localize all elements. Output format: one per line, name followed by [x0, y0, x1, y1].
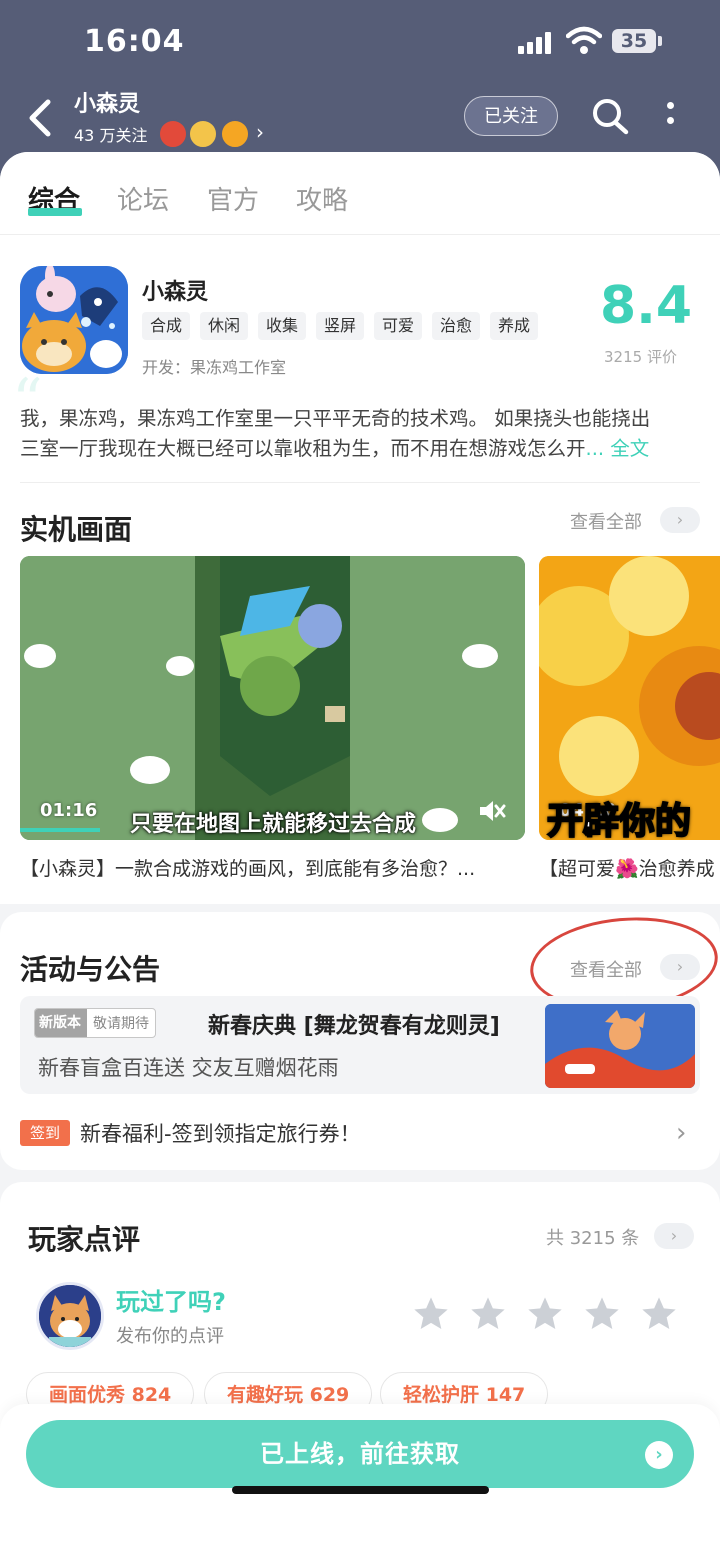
star-icon[interactable] [467, 1294, 509, 1334]
tag[interactable]: 养成 [490, 312, 539, 340]
follower-avatar[interactable] [188, 119, 218, 149]
star-icon[interactable] [410, 1294, 452, 1334]
chevron-right-icon[interactable]: › [676, 1118, 686, 1148]
follower-avatar[interactable] [158, 119, 188, 149]
search-icon[interactable] [590, 96, 630, 136]
app-description[interactable]: 我，果冻鸡，果冻鸡工作室里一只平平无奇的技术鸡。 如果挠头也能挠出 三室一厅我现… [20, 404, 696, 464]
follower-count[interactable]: 43 万关注 [74, 122, 147, 146]
star-icon[interactable] [638, 1294, 680, 1334]
rating-count: 3215 评价 [604, 348, 677, 366]
battery-tip [658, 36, 662, 46]
badge-primary: 新版本 [35, 1009, 87, 1037]
tab-bar: 综合 论坛 官方 攻略 [0, 180, 720, 236]
description-line: 三室一厅我现在大概已经可以靠收租为生，而不用在想游戏怎么开... 全文 [20, 434, 696, 464]
video-subtitle: 只要在地图上就能移过去合成 [130, 812, 417, 837]
review-count[interactable]: 共 3215 条 [546, 1224, 639, 1250]
checkin-badge: 签到 [20, 1120, 70, 1146]
tag[interactable]: 休闲 [200, 312, 249, 340]
divider [20, 482, 700, 483]
developer[interactable]: 开发：果冻鸡工作室 [142, 354, 286, 378]
post-review-prompt[interactable]: 发布你的点评 [116, 1322, 224, 1348]
badge-secondary: 敬请期待 [93, 1016, 149, 1032]
star-icon[interactable] [581, 1294, 623, 1334]
tab-guides[interactable]: 攻略 [296, 180, 348, 217]
chevron-right-icon[interactable]: › [660, 507, 700, 533]
tab-official[interactable]: 官方 [207, 180, 259, 217]
video-duration: 01:16 [40, 800, 98, 821]
activity-headline: 新春庆典 [舞龙贺春有龙则灵] [208, 1014, 500, 1039]
star-icon[interactable] [524, 1294, 566, 1334]
activity-subtitle: 新春盲盒百连送 交友互赠烟花雨 [38, 1056, 339, 1080]
checkin-link[interactable]: 新春福利-签到领指定旅行券！ [80, 1118, 361, 1148]
version-badge: 新版本 敬请期待 [34, 1008, 156, 1038]
tag[interactable]: 收集 [258, 312, 307, 340]
video-thumbnail[interactable]: 04:10 开辟你的 [539, 556, 720, 840]
header-title: 小森灵 [74, 92, 141, 117]
tab-indicator [28, 208, 82, 216]
section-title-screens: 实机画面 [20, 513, 133, 546]
played-question: 玩过了吗? [116, 1288, 226, 1316]
content-card: 综合 论坛 官方 攻略 小森灵 合成 休闲 收集 竖屏 可爱 治愈 养成 开发：… [0, 152, 720, 1558]
video-title[interactable]: 【超可爱🌺治愈养成 [539, 854, 720, 881]
divider [0, 234, 720, 235]
tag[interactable]: 治愈 [432, 312, 481, 340]
status-time: 16:04 [84, 24, 185, 59]
tag[interactable]: 可爱 [374, 312, 423, 340]
app-icon[interactable] [20, 266, 128, 374]
description-text: 三室一厅我现在大概已经可以靠收租为生，而不用在想游戏怎么开 [20, 437, 586, 460]
read-more-link[interactable]: ... 全文 [586, 437, 650, 460]
mute-icon[interactable] [476, 796, 506, 826]
signal-icon [518, 30, 558, 54]
battery-indicator: 35 [612, 29, 656, 53]
tab-forum[interactable]: 论坛 [117, 180, 169, 217]
follower-avatar[interactable] [220, 119, 250, 149]
follow-button[interactable]: 已关注 [464, 96, 558, 136]
activity-thumbnail [545, 1004, 695, 1088]
chevron-right-icon[interactable]: › [654, 1223, 694, 1249]
tag[interactable]: 合成 [142, 312, 191, 340]
home-indicator[interactable] [232, 1486, 489, 1494]
video-thumbnail[interactable]: 01:16 只要在地图上就能移过去合成 [20, 556, 525, 840]
more-icon[interactable] [660, 98, 680, 132]
get-game-button[interactable]: 已上线，前往获取 [26, 1420, 694, 1488]
video-subtitle: 开辟你的 [546, 800, 692, 840]
rating-score: 8.4 [600, 276, 693, 336]
avatar [36, 1282, 104, 1350]
see-all-screens-link[interactable]: 查看全部 [570, 508, 642, 534]
section-title-activity: 活动与公告 [20, 953, 161, 986]
video-title[interactable]: 【小森灵】一款合成游戏的画风，到底能有多治愈？... [20, 854, 525, 881]
chevron-right-icon[interactable]: › [645, 1441, 673, 1469]
wifi-icon [566, 26, 602, 54]
app-name: 小森灵 [142, 280, 209, 305]
section-title-reviews: 玩家点评 [28, 1223, 141, 1256]
description-line: 我，果冻鸡，果冻鸡工作室里一只平平无奇的技术鸡。 如果挠头也能挠出 [20, 407, 651, 430]
chevron-right-icon[interactable]: › [256, 120, 264, 144]
back-button[interactable] [22, 96, 62, 140]
tag[interactable]: 竖屏 [316, 312, 365, 340]
